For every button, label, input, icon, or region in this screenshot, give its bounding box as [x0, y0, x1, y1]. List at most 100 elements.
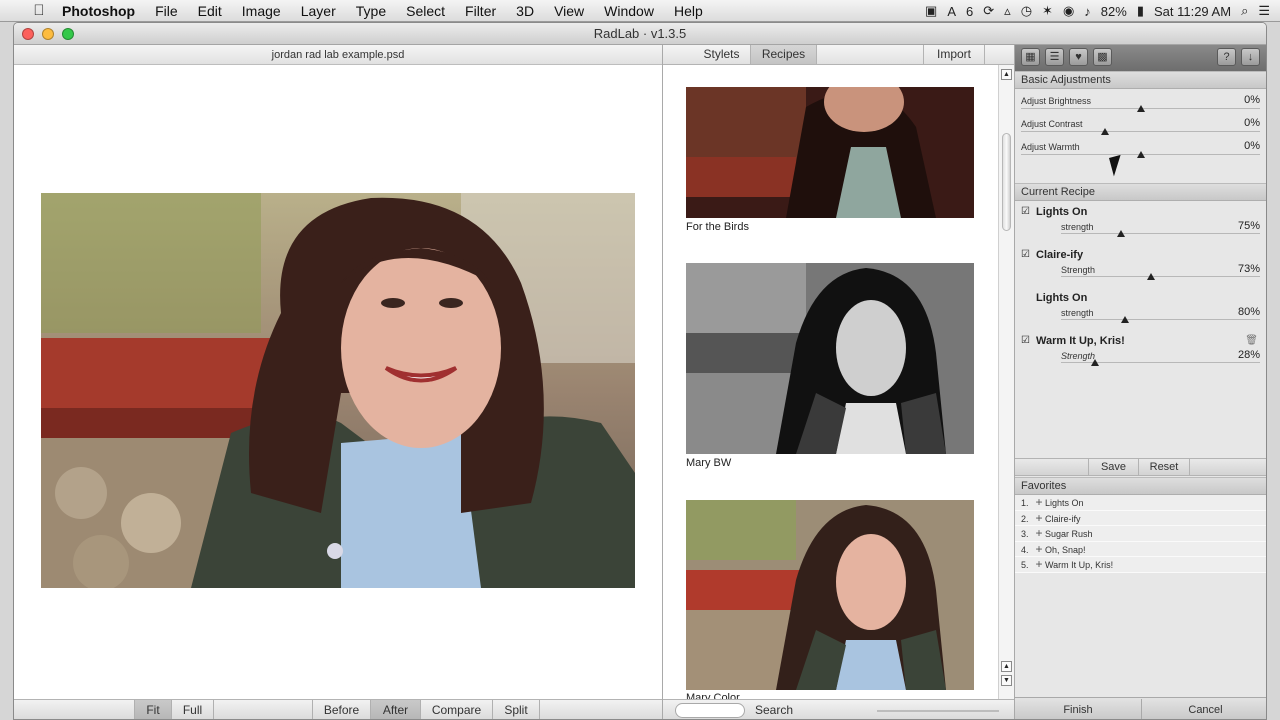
search-input[interactable] — [675, 703, 745, 718]
apple-icon[interactable]:  — [26, 2, 52, 19]
checkbox-icon[interactable]: ☑ — [1021, 207, 1031, 217]
recipes-scrollbar[interactable]: ▲ ▲ ▼ — [998, 65, 1014, 699]
camera-icon[interactable]: ▣ — [925, 3, 937, 19]
grid-icon[interactable]: ▦ — [1021, 48, 1040, 66]
trash-icon[interactable]: 🗑 — [1245, 335, 1258, 346]
strength-value[interactable]: 80% — [1238, 306, 1260, 318]
wifi-icon[interactable]: ◉ — [1063, 3, 1074, 19]
warmth-slider[interactable]: Adjust Warmth 0% — [1015, 137, 1266, 160]
recipe-item[interactable]: ☑ Lights On strength 75% — [1015, 203, 1266, 246]
slider-knob[interactable] — [1116, 230, 1125, 237]
strength-value[interactable]: 28% — [1238, 349, 1260, 361]
heart-icon[interactable]: ♥ — [1069, 48, 1088, 66]
search-label[interactable]: Search — [755, 703, 793, 717]
fit-button[interactable]: Fit — [134, 700, 171, 719]
adobe-icon[interactable]: A — [947, 4, 956, 19]
menu-window[interactable]: Window — [594, 3, 664, 19]
tab-stylets[interactable]: Stylets — [693, 45, 751, 64]
plus-icon[interactable]: + — [1033, 526, 1045, 541]
scroll-thumb[interactable] — [1002, 133, 1011, 231]
zoom-icon[interactable] — [62, 28, 74, 40]
slider-track[interactable] — [1061, 276, 1260, 277]
bluetooth-icon[interactable]: ✶ — [1042, 3, 1053, 19]
menu-edit[interactable]: Edit — [188, 3, 232, 19]
strength-value[interactable]: 75% — [1238, 220, 1260, 232]
scroll-up-icon[interactable]: ▲ — [1001, 661, 1012, 672]
menu-help[interactable]: Help — [664, 3, 713, 19]
slider-knob[interactable] — [1120, 316, 1129, 323]
sync-icon[interactable]: ⟳ — [983, 3, 994, 19]
menu-app[interactable]: Photoshop — [52, 3, 145, 19]
preview-image[interactable] — [41, 193, 635, 588]
time-machine-icon[interactable]: ◷ — [1021, 3, 1032, 19]
menu-view[interactable]: View — [544, 3, 594, 19]
help-icon[interactable]: ? — [1217, 48, 1236, 66]
slider-knob[interactable] — [1136, 151, 1145, 158]
thumb-size-slider[interactable] — [877, 710, 999, 712]
split-button[interactable]: Split — [492, 700, 540, 719]
save-button[interactable]: Save — [1088, 459, 1138, 476]
plus-icon[interactable]: + — [1033, 557, 1045, 572]
import-button[interactable]: Import — [923, 45, 985, 64]
recipe-label[interactable]: Mary BW — [686, 457, 731, 469]
menu-file[interactable]: File — [145, 3, 188, 19]
slider-knob[interactable] — [1146, 273, 1155, 280]
volume-icon[interactable]: ♪ — [1084, 4, 1091, 19]
finish-button[interactable]: Finish — [1015, 699, 1141, 719]
favorite-item[interactable]: 1. + Lights On — [1015, 495, 1266, 511]
contrast-slider[interactable]: Adjust Contrast 0% — [1015, 114, 1266, 137]
favorite-item[interactable]: 5. + Warm It Up, Kris! — [1015, 557, 1266, 573]
recipe-label[interactable]: For the Birds — [686, 221, 749, 233]
current-recipe-header[interactable]: Current Recipe — [1015, 183, 1266, 201]
plus-icon[interactable]: + — [1033, 542, 1045, 557]
minimize-icon[interactable] — [42, 28, 54, 40]
clock[interactable]: Sat 11:29 AM — [1154, 4, 1231, 19]
recipe-thumb-mary-bw[interactable] — [686, 263, 974, 454]
compare-button[interactable]: Compare — [420, 700, 492, 719]
plus-icon[interactable]: + — [1033, 511, 1045, 526]
recipe-thumb-for-the-birds[interactable] — [686, 87, 974, 218]
menu-layer[interactable]: Layer — [291, 3, 346, 19]
menu-type[interactable]: Type — [346, 3, 396, 19]
menu-filter[interactable]: Filter — [455, 3, 506, 19]
recipe-item[interactable]: ☑ Warm It Up, Kris! 🗑 Strength 28% — [1015, 332, 1266, 375]
recipe-item[interactable]: Lights On strength 80% — [1015, 289, 1266, 332]
notification-icon[interactable]: ☰ — [1258, 3, 1270, 19]
list-icon[interactable]: ☰ — [1045, 48, 1064, 66]
strength-value[interactable]: 73% — [1238, 263, 1260, 275]
menu-select[interactable]: Select — [396, 3, 455, 19]
contrast-value[interactable]: 0% — [1244, 117, 1260, 129]
slider-knob[interactable] — [1090, 359, 1099, 366]
slider-track[interactable] — [1061, 233, 1260, 234]
slider-track[interactable] — [1061, 319, 1260, 320]
menu-image[interactable]: Image — [232, 3, 291, 19]
warmth-value[interactable]: 0% — [1244, 140, 1260, 152]
slider-knob[interactable] — [1100, 128, 1109, 135]
tab-recipes[interactable]: Recipes — [751, 45, 817, 64]
scroll-up-icon[interactable]: ▲ — [1001, 69, 1012, 80]
recipe-item[interactable]: ☑ Claire-ify Strength 73% — [1015, 246, 1266, 289]
checkbox-icon[interactable]: ☑ — [1021, 250, 1031, 260]
spotlight-icon[interactable]: ⌕ — [1241, 3, 1248, 19]
favorites-header[interactable]: Favorites — [1015, 477, 1266, 495]
close-icon[interactable] — [22, 28, 34, 40]
plus-icon[interactable]: + — [1033, 495, 1045, 510]
checkbox-icon[interactable]: ☑ — [1021, 336, 1031, 346]
brightness-value[interactable]: 0% — [1244, 94, 1260, 106]
scroll-down-icon[interactable]: ▼ — [1001, 675, 1012, 686]
favorite-item[interactable]: 4. + Oh, Snap! — [1015, 541, 1266, 557]
full-button[interactable]: Full — [171, 700, 213, 719]
brightness-slider[interactable]: Adjust Brightness 0% — [1015, 91, 1266, 114]
menu-3d[interactable]: 3D — [506, 3, 544, 19]
slider-knob[interactable] — [1136, 105, 1145, 112]
download-icon[interactable]: ↓ — [1241, 48, 1260, 66]
histogram-icon[interactable]: ▩ — [1093, 48, 1112, 66]
before-button[interactable]: Before — [312, 700, 370, 719]
reset-button[interactable]: Reset — [1138, 459, 1190, 476]
favorite-item[interactable]: 2. + Claire-ify — [1015, 510, 1266, 526]
recipe-thumb-mary-color[interactable] — [686, 500, 974, 690]
favorite-item[interactable]: 3. + Sugar Rush — [1015, 526, 1266, 542]
slider-track[interactable] — [1021, 131, 1260, 132]
cancel-button[interactable]: Cancel — [1141, 699, 1266, 719]
checkbox-icon[interactable] — [1021, 293, 1031, 303]
